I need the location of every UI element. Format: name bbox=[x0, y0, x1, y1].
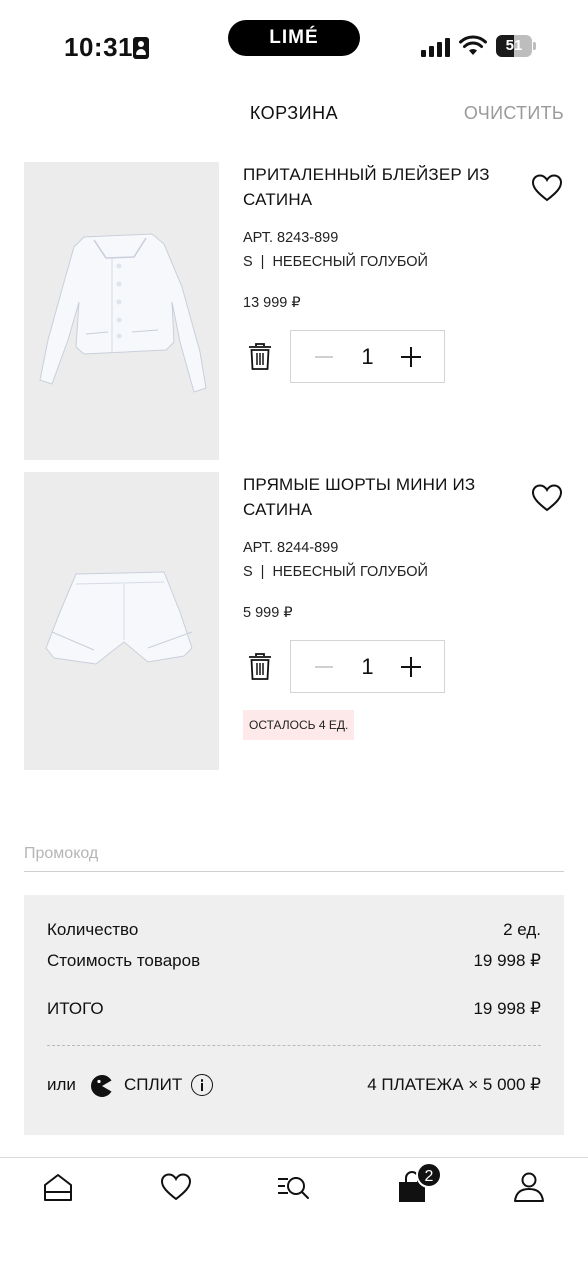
split-name: СПЛИТ bbox=[124, 1075, 183, 1094]
total-value: 19 998 ₽ bbox=[473, 999, 541, 1018]
product-variant: S | НЕБЕСНЫЙ ГОЛУБОЙ bbox=[243, 254, 428, 270]
blazer-image bbox=[39, 233, 207, 393]
bottom-navigation: 2 bbox=[0, 1157, 588, 1280]
focus-person-icon bbox=[133, 37, 149, 59]
stock-left-badge: ОСТАЛОСЬ 4 ЕД. bbox=[243, 710, 355, 740]
variant-separator: | bbox=[260, 564, 265, 580]
quantity-stepper: 1 bbox=[290, 640, 445, 693]
cellular-signal-icon bbox=[421, 37, 451, 57]
cart-item: ПРЯМЫЕ ШОРТЫ МИНИ ИЗ САТИНА АРТ. 8244-89… bbox=[0, 472, 588, 772]
product-article: АРТ. 8243-899 bbox=[243, 230, 339, 246]
increase-quantity-button[interactable] bbox=[401, 347, 421, 367]
battery-level: 51 bbox=[505, 37, 523, 54]
goods-cost-label: Стоимость товаров bbox=[47, 951, 201, 970]
heart-icon[interactable] bbox=[158, 1170, 194, 1204]
cart-count-badge: 2 bbox=[416, 1162, 442, 1188]
dynamic-island: LIMÉ bbox=[228, 20, 360, 56]
order-summary: Количество 2 ед. Стоимость товаров 19 99… bbox=[24, 895, 564, 1135]
status-bar: 10:31 LIMÉ 51 bbox=[0, 0, 588, 90]
product-color: НЕБЕСНЫЙ ГОЛУБОЙ bbox=[272, 564, 428, 580]
quantity-value: 1 bbox=[361, 654, 374, 679]
product-price: 5 999 ₽ bbox=[243, 605, 293, 621]
trash-icon[interactable] bbox=[247, 652, 273, 682]
product-size: S bbox=[243, 254, 253, 270]
heart-icon[interactable] bbox=[530, 482, 564, 514]
increase-quantity-button[interactable] bbox=[401, 657, 421, 677]
catalog-search-icon[interactable] bbox=[276, 1170, 312, 1204]
promo-code-input[interactable] bbox=[24, 836, 564, 872]
heart-icon[interactable] bbox=[530, 172, 564, 204]
goods-cost-value: 19 998 ₽ bbox=[473, 951, 541, 970]
quantity-label: Количество bbox=[47, 920, 139, 939]
split-logo-icon bbox=[90, 1075, 112, 1097]
product-article: АРТ. 8244-899 bbox=[243, 540, 339, 556]
cart-nav-item[interactable]: 2 bbox=[394, 1162, 442, 1204]
product-color: НЕБЕСНЫЙ ГОЛУБОЙ bbox=[272, 254, 428, 270]
wifi-icon bbox=[459, 35, 487, 55]
decrease-quantity-button[interactable] bbox=[315, 356, 333, 358]
product-name[interactable]: ПРИТАЛЕННЫЙ БЛЕЙЗЕР ИЗ САТИНА bbox=[243, 162, 513, 212]
product-name[interactable]: ПРЯМЫЕ ШОРТЫ МИНИ ИЗ САТИНА bbox=[243, 472, 513, 522]
decrease-quantity-button[interactable] bbox=[315, 666, 333, 668]
clear-cart-button[interactable]: ОЧИСТИТЬ bbox=[464, 103, 564, 124]
home-icon[interactable] bbox=[40, 1170, 76, 1204]
total-label: ИТОГО bbox=[47, 999, 104, 1018]
trash-icon[interactable] bbox=[247, 342, 273, 372]
quantity-value: 1 bbox=[361, 344, 374, 369]
shorts-image bbox=[45, 571, 193, 665]
product-size: S bbox=[243, 564, 253, 580]
product-image-shorts[interactable] bbox=[24, 472, 219, 770]
quantity-total: 2 ед. bbox=[503, 920, 541, 939]
product-variant: S | НЕБЕСНЫЙ ГОЛУБОЙ bbox=[243, 564, 428, 580]
split-or-label: или bbox=[47, 1075, 76, 1094]
variant-separator: | bbox=[260, 254, 265, 270]
brand-logo: LIMÉ bbox=[269, 27, 319, 48]
summary-divider bbox=[47, 1045, 541, 1046]
product-image-blazer[interactable] bbox=[24, 162, 219, 460]
product-price: 13 999 ₽ bbox=[243, 295, 301, 311]
cart-item: ПРИТАЛЕННЫЙ БЛЕЙЗЕР ИЗ САТИНА АРТ. 8243-… bbox=[0, 162, 588, 462]
info-icon[interactable] bbox=[191, 1074, 213, 1096]
battery-icon: 51 bbox=[496, 35, 536, 57]
split-payment-row[interactable]: или СПЛИТ 4 ПЛАТЕЖА × 5 000 ₽ bbox=[47, 1072, 541, 1100]
split-payments-value: 4 ПЛАТЕЖА × 5 000 ₽ bbox=[367, 1075, 541, 1094]
quantity-stepper: 1 bbox=[290, 330, 445, 383]
status-time: 10:31 bbox=[64, 32, 133, 62]
profile-icon[interactable] bbox=[511, 1170, 547, 1204]
